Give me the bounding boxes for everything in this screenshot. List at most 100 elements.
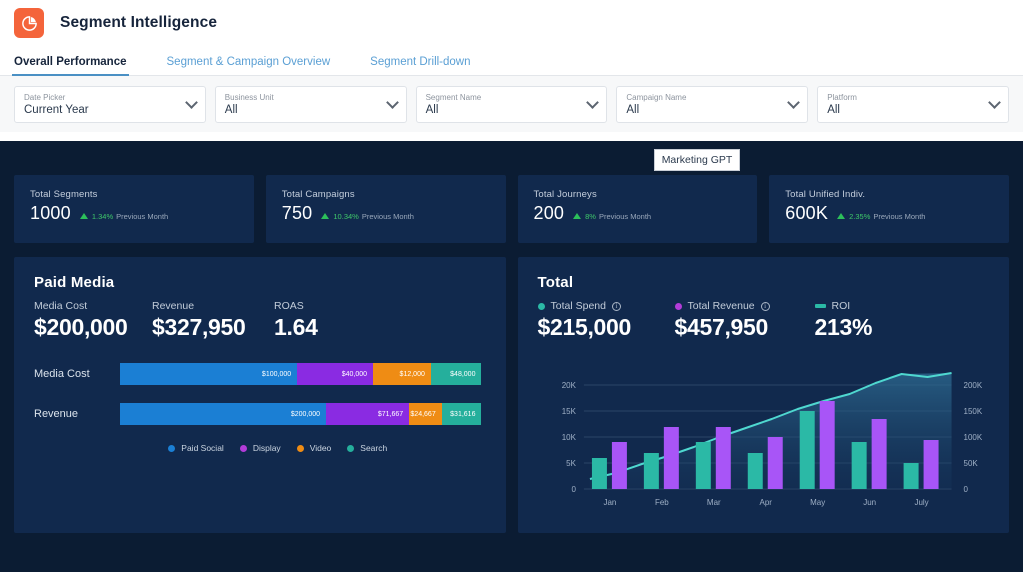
monthly-combo-chart[interactable]: 20K 15K 10K 5K 0 200K 150K 100K 50K 0 Ja… [532,353,1000,521]
kpi-card-total-journeys[interactable]: Total Journeys 200 8% Previous Month [517,175,758,243]
filter-platform-label: Platform [827,92,857,102]
svg-text:15K: 15K [561,407,576,416]
filter-business-unit-value: All [224,103,238,116]
svg-text:0: 0 [571,485,576,494]
svg-text:20K: 20K [561,381,576,390]
svg-text:5K: 5K [566,459,576,468]
stacked-bar-label: Media Cost [34,368,90,380]
svg-text:Jun: Jun [863,498,876,507]
legend-item-search[interactable]: Search [347,443,387,453]
kpi-value: 200 [533,203,565,223]
kpi-row: Total Segments 1000 1.34% Previous Month… [14,141,1009,243]
dashboard-app: Segment Intelligence Overall Performance… [0,0,1023,572]
metric-value: $200,000 [34,314,128,340]
metric-label: ROAS [274,300,304,312]
filter-date-picker[interactable]: Date Picker Current Year [14,85,206,123]
legend-dot-icon [239,444,247,452]
stacked-bar-row-revenue: Revenue $200,000 $71,667 $24,667 $31,616 [34,403,482,425]
filter-platform[interactable]: Platform All [817,85,1009,123]
metric-total-spend: Total Spend i $215,000 [537,300,675,341]
tab-segment-drill-down[interactable]: Segment Drill-down [370,56,470,75]
svg-text:July: July [914,498,928,507]
bar-segment-value: $24,667 [410,410,436,418]
bar-total-revenue-jan [611,442,627,489]
kpi-card-total-campaigns[interactable]: Total Campaigns 750 10.34% Previous Mont… [265,175,506,243]
metric-revenue: Revenue $327,950 [152,300,274,341]
total-revenue-dot-icon [674,302,682,310]
bar-segment-display[interactable]: $40,000 [297,363,374,385]
bar-segment-value: $100,000 [261,370,292,378]
filter-business-unit-label: Business Unit [224,92,274,102]
bar-total-spend-jun [851,442,867,489]
bar-total-revenue-feb [663,427,679,489]
kpi-delta: 1.34% Previous Month [79,211,169,221]
kpi-card-total-segments[interactable]: Total Segments 1000 1.34% Previous Month [14,175,254,243]
kpi-delta-percent: 10.34% [333,211,359,221]
roi-line-icon [814,304,826,308]
bar-total-spend-feb [643,453,659,489]
bar-segment-value: $200,000 [290,410,321,418]
panel-row: Paid Media Media Cost $200,000 Revenue $… [14,257,1009,533]
dashboard-body: Total Segments 1000 1.34% Previous Month… [0,141,1023,572]
bar-segment-search[interactable]: $48,000 [430,363,482,385]
kpi-delta: 2.35% Previous Month [837,212,925,221]
metric-roas: ROAS 1.64 [274,300,318,341]
svg-text:May: May [810,498,825,507]
legend-item-display[interactable]: Display [239,443,281,453]
tab-segment-campaign-overview[interactable]: Segment & Campaign Overview [167,56,331,75]
filter-platform-value: All [827,103,840,116]
arrow-up-icon [79,213,88,219]
tab-bar: Overall Performance Segment & Campaign O… [0,46,1023,76]
stacked-bar-row-media-cost: Media Cost $100,000 $40,000 $12,000 $48,… [34,363,482,385]
arrow-up-icon [321,213,330,219]
total-panel-title: Total [537,274,574,291]
page-title: Segment Intelligence [60,14,218,31]
metric-label: Total Spend [550,300,606,312]
kpi-delta-percent: 1.34% [91,211,114,221]
filter-business-unit[interactable]: Business Unit All [214,85,407,123]
marketing-gpt-popup[interactable]: Marketing GPT [654,149,740,171]
kpi-delta: 10.34% Previous Month [321,212,414,221]
metric-label: Revenue [152,300,195,312]
bar-segment-paid-social[interactable]: $100,000 [120,363,298,385]
total-panel: Total Total Spend i $215,000 Total Reven… [517,257,1009,533]
bar-total-revenue-jun [871,419,887,489]
kpi-delta-percent: 2.35% [849,211,871,221]
filter-date-picker-value: Current Year [24,103,89,116]
svg-text:0: 0 [963,485,968,494]
svg-text:50K: 50K [963,459,978,468]
bar-segment-paid-social[interactable]: $200,000 [120,403,327,425]
kpi-value: 600K [785,203,829,223]
kpi-card-total-unified-individuals[interactable]: Total Unified Indiv. 600K 2.35% Previous… [769,175,1009,243]
legend-label: Display [252,443,281,453]
bar-segment-search[interactable]: $31,616 [441,403,482,425]
legend-item-paid-social[interactable]: Paid Social [168,443,224,453]
filter-campaign-name[interactable]: Campaign Name All [616,85,809,123]
filter-segment-name[interactable]: Segment Name All [415,85,608,123]
total-spend-dot-icon [537,302,545,310]
kpi-delta-percent: 8% [585,211,596,221]
legend-dot-icon [296,444,304,452]
kpi-delta-note: Previous Month [116,211,169,221]
filter-date-picker-label: Date Picker [24,92,66,102]
bar-total-revenue-may [819,401,835,489]
tab-overall-performance[interactable]: Overall Performance [12,56,129,76]
bar-segment-video[interactable]: $12,000 [373,363,431,385]
bar-segment-video[interactable]: $24,667 [409,403,442,425]
legend-item-video[interactable]: Video [296,443,331,453]
bar-segment-display[interactable]: $71,667 [326,403,410,425]
filter-bar: Date Picker Current Year Business Unit A… [0,76,1023,132]
bar-total-revenue-july [923,440,939,489]
svg-text:Apr: Apr [759,498,772,507]
info-icon[interactable]: i [760,301,770,311]
metric-value: $215,000 [537,314,632,340]
info-icon[interactable]: i [611,301,621,311]
stacked-bar-chart: Media Cost $100,000 $40,000 $12,000 $48,… [14,341,506,453]
svg-text:10K: 10K [561,433,576,442]
svg-text:150K: 150K [963,407,982,416]
metric-value: 1.64 [274,314,318,340]
app-header: Segment Intelligence [0,0,1023,46]
paid-media-legend: Paid Social Display Video Search [34,443,482,453]
svg-text:Feb: Feb [654,498,668,507]
metric-label: Media Cost [34,300,88,312]
